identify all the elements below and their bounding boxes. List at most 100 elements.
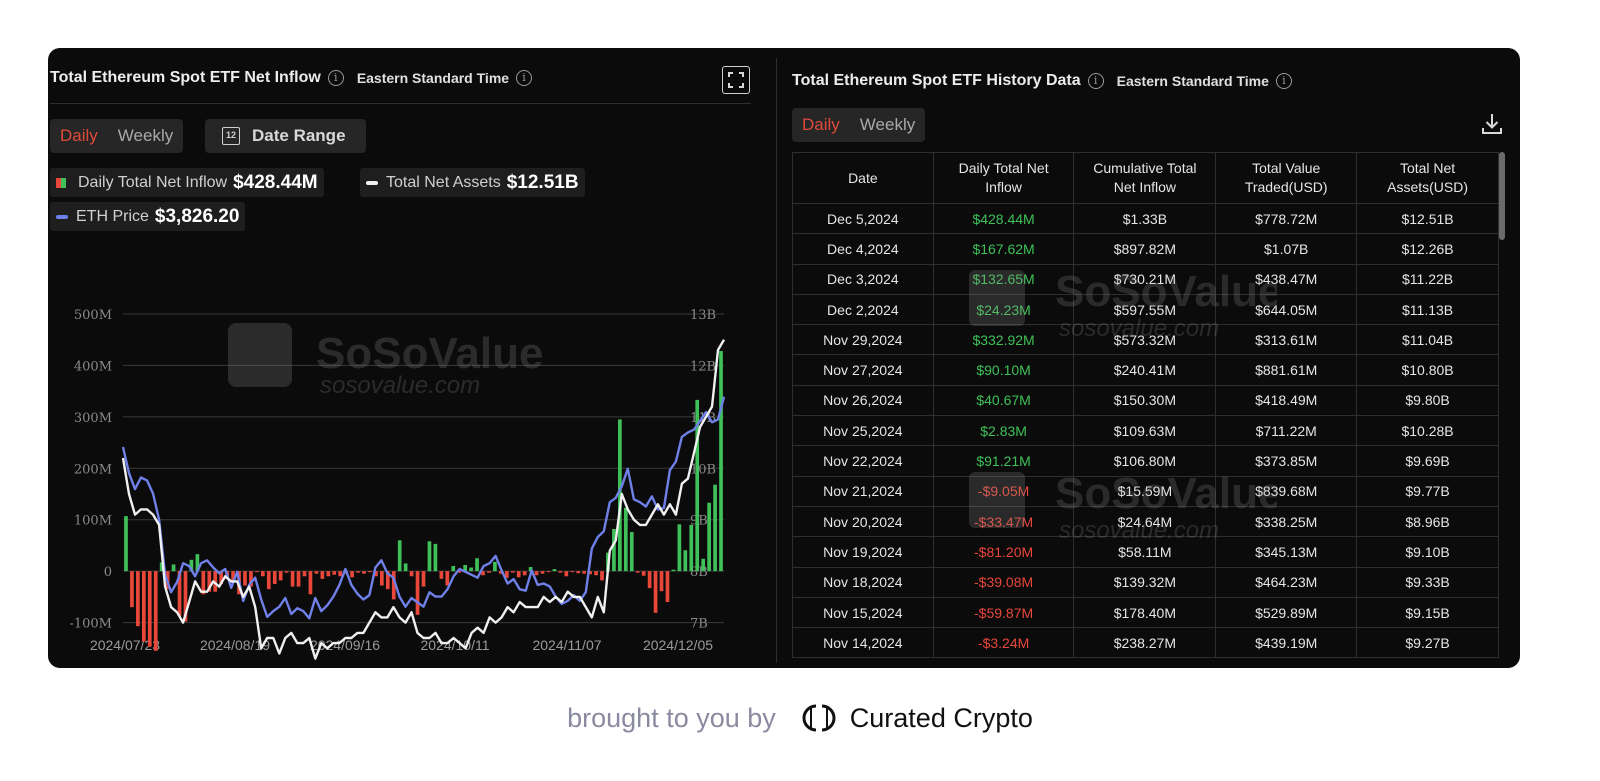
download-icon[interactable] — [1481, 112, 1503, 136]
timezone-info-icon[interactable]: i — [1275, 73, 1292, 89]
tab-weekly[interactable]: Weekly — [108, 126, 183, 146]
inflow-bar[interactable] — [308, 571, 313, 595]
legend-eth-price[interactable]: ETH Price $3,826.20 — [50, 202, 246, 231]
table-row[interactable]: Nov 27,2024 $90.10M $240.41M $881.61M $10.80… — [792, 354, 1499, 386]
table-scrollbar[interactable] — [1499, 152, 1505, 240]
table-row[interactable]: Nov 15,2024 -$59.87M $178.40M $529.89M $9.15… — [792, 596, 1499, 629]
inflow-bar[interactable] — [552, 569, 557, 572]
net-inflow-chart[interactable]: 500M400M300M200M100M0-100M-200M 13B12B11… — [48, 248, 776, 668]
tab-daily[interactable]: Daily — [792, 115, 850, 135]
table-row[interactable]: Dec 5,2024 $428.44M $1.33B $778.72M $12.51B — [792, 202, 1499, 235]
inflow-bar[interactable] — [290, 571, 295, 587]
inflow-bar[interactable] — [260, 571, 265, 577]
inflow-bar[interactable] — [338, 571, 343, 577]
inflow-bar[interactable] — [320, 571, 325, 579]
inflow-bar[interactable] — [594, 571, 598, 576]
inflow-bar[interactable] — [403, 563, 408, 572]
column-header[interactable]: Cumulative Total Net Inflow — [1073, 152, 1217, 204]
inflow-bar[interactable] — [368, 571, 372, 573]
inflow-bar[interactable] — [707, 502, 711, 572]
inflow-bar[interactable] — [171, 564, 176, 572]
inflow-bar[interactable] — [409, 571, 414, 577]
inflow-bar[interactable] — [272, 571, 277, 584]
inflow-bar[interactable] — [147, 571, 152, 647]
inflow-bar[interactable] — [284, 571, 289, 573]
inflow-bar[interactable] — [510, 571, 515, 573]
date-range-button[interactable]: 12 Date Range — [205, 119, 366, 153]
inflow-bar[interactable] — [683, 550, 688, 572]
inflow-bar[interactable] — [623, 507, 628, 572]
inflow-bar[interactable] — [641, 571, 646, 576]
inflow-bar[interactable] — [427, 541, 432, 572]
table-row[interactable]: Nov 25,2024 $2.83M $109.63M $711.22M $10.28B — [792, 415, 1499, 447]
fullscreen-icon[interactable] — [722, 66, 750, 94]
inflow-bar[interactable] — [421, 571, 426, 587]
inflow-bar[interactable] — [671, 569, 676, 572]
inflow-bar[interactable] — [445, 571, 450, 586]
inflow-bar[interactable] — [243, 571, 247, 586]
inflow-bar[interactable] — [350, 571, 354, 578]
column-header[interactable]: Total Value Traded(USD) — [1215, 152, 1358, 204]
inflow-bar[interactable] — [564, 571, 569, 577]
inflow-bar[interactable] — [124, 516, 128, 572]
inflow-bar[interactable] — [141, 571, 146, 642]
table-row[interactable]: Nov 26,2024 $40.67M $150.30M $418.49M $9.80B — [792, 384, 1499, 417]
inflow-bar[interactable] — [380, 571, 384, 586]
inflow-bar[interactable] — [600, 571, 604, 581]
inflow-bar[interactable] — [612, 528, 616, 572]
inflow-bar[interactable] — [314, 571, 319, 574]
inflow-bar[interactable] — [130, 571, 134, 608]
info-icon[interactable]: i — [1087, 73, 1104, 89]
inflow-bar[interactable] — [719, 351, 723, 572]
inflow-bar[interactable] — [534, 571, 539, 576]
inflow-bar[interactable] — [522, 571, 527, 576]
inflow-bar[interactable] — [296, 571, 301, 587]
inflow-bar[interactable] — [487, 571, 491, 573]
inflow-bar[interactable] — [659, 571, 664, 592]
inflow-bar[interactable] — [629, 532, 634, 572]
inflow-bar[interactable] — [677, 524, 682, 572]
inflow-bar[interactable] — [451, 566, 456, 572]
inflow-bar[interactable] — [516, 571, 521, 578]
inflow-bar[interactable] — [475, 558, 479, 572]
tab-weekly[interactable]: Weekly — [850, 115, 925, 135]
inflow-bar[interactable] — [266, 571, 271, 590]
tab-daily[interactable]: Daily — [50, 126, 108, 146]
inflow-bar[interactable] — [570, 571, 575, 573]
inflow-bar[interactable] — [558, 571, 563, 573]
inflow-bar[interactable] — [362, 571, 366, 574]
inflow-bar[interactable] — [326, 571, 331, 577]
table-row[interactable]: Nov 18,2024 -$39.08M $139.32M $464.23M $9.33… — [792, 566, 1499, 598]
inflow-bar[interactable] — [255, 571, 259, 573]
column-header[interactable]: Date — [792, 152, 934, 204]
column-header[interactable]: Total Net Assets(USD) — [1356, 152, 1499, 204]
inflow-bar[interactable] — [415, 571, 420, 615]
table-row[interactable]: Nov 14,2024 -$3.24M $238.27M $439.19M $9.27B — [792, 627, 1499, 659]
inflow-bar[interactable] — [653, 571, 658, 613]
legend-daily-inflow[interactable]: Daily Total Net Inflow $428.44M — [50, 168, 324, 197]
inflow-bar[interactable] — [582, 571, 587, 574]
inflow-bar[interactable] — [635, 571, 640, 573]
inflow-bar[interactable] — [302, 571, 307, 577]
timezone-info-icon[interactable]: i — [516, 70, 533, 86]
inflow-bar[interactable] — [433, 543, 438, 572]
legend-total-net-assets[interactable]: Total Net Assets $12.51B — [360, 168, 585, 197]
inflow-bar[interactable] — [278, 571, 283, 581]
inflow-bar[interactable] — [540, 571, 545, 574]
inflow-bar[interactable] — [397, 540, 402, 572]
inflow-bar[interactable] — [153, 571, 158, 651]
inflow-bar[interactable] — [546, 571, 551, 573]
inflow-bar[interactable] — [493, 561, 497, 572]
inflow-bar[interactable] — [647, 571, 652, 589]
inflow-bar[interactable] — [469, 567, 473, 572]
inflow-bar[interactable] — [439, 571, 444, 579]
inflow-bar[interactable] — [136, 571, 140, 627]
inflow-bar[interactable] — [665, 571, 670, 602]
inflow-bar[interactable] — [713, 484, 717, 572]
info-icon[interactable]: i — [327, 70, 344, 86]
inflow-bar[interactable] — [701, 558, 706, 572]
column-header[interactable]: Daily Total Net Inflow — [932, 152, 1075, 204]
inflow-bar[interactable] — [689, 524, 694, 572]
inflow-bar[interactable] — [356, 571, 360, 573]
inflow-bar[interactable] — [576, 571, 581, 574]
